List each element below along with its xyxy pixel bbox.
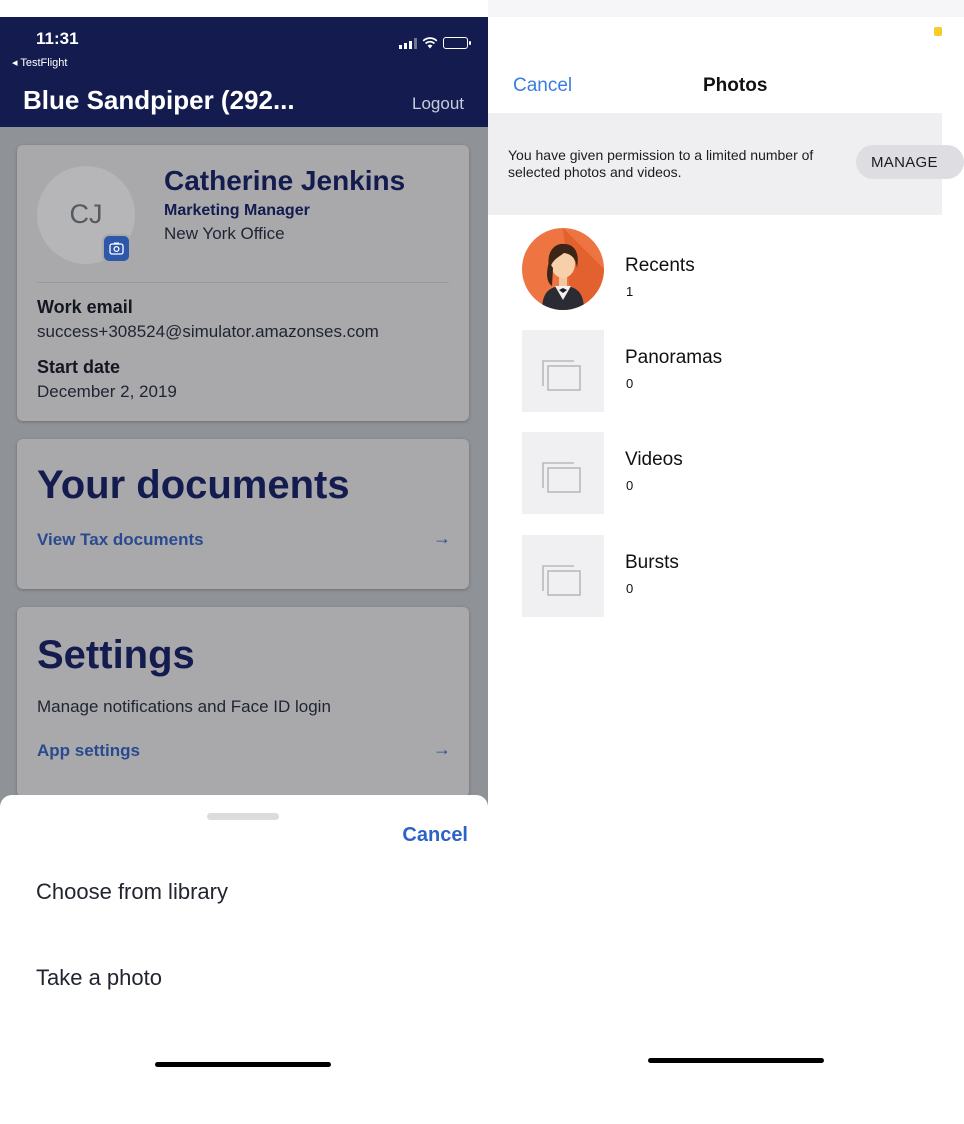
- app-header: Blue Sandpiper (292... Logout: [0, 75, 488, 127]
- manage-button-label: MANAGE: [871, 154, 938, 171]
- documents-card: Your documents View Tax documents →: [17, 439, 469, 589]
- album-name: Videos: [625, 449, 683, 470]
- videos-thumbnail: [522, 432, 604, 514]
- app-settings-link[interactable]: App settings: [37, 741, 140, 761]
- back-to-testflight-link[interactable]: ◂ TestFlight: [12, 56, 67, 69]
- photos-picker-screen: Cancel Photos You have given permission …: [488, 0, 964, 1124]
- take-photo-option[interactable]: Take a photo: [36, 965, 162, 991]
- album-count: 0: [626, 478, 634, 493]
- work-email-value: success+308524@simulator.amazonses.com: [37, 322, 379, 341]
- logout-button[interactable]: Logout: [412, 94, 464, 114]
- signal-icon: [399, 37, 417, 49]
- recents-thumbnail: [522, 228, 604, 310]
- bursts-thumbnail: [522, 535, 604, 617]
- settings-description: Manage notifications and Face ID login: [37, 697, 331, 716]
- photo-stack-icon: [542, 360, 581, 391]
- album-name: Bursts: [625, 552, 679, 573]
- choose-from-library-option[interactable]: Choose from library: [36, 879, 228, 905]
- profile-card: CJ Catherine Jenkins Marketing Manager N…: [17, 145, 469, 421]
- start-date-label: Start date: [37, 357, 121, 377]
- limited-access-banner: You have given permission to a limited n…: [488, 113, 964, 215]
- album-row-panoramas[interactable]: Panoramas 0: [488, 330, 942, 422]
- divider: [37, 282, 449, 283]
- wifi-icon: [422, 37, 438, 49]
- person-icon: [542, 228, 604, 310]
- status-time: 11:31: [36, 29, 79, 48]
- employee-role: Marketing Manager: [164, 202, 310, 219]
- profile-screen: 11:31 ◂ TestFlight Blue Sandpiper (292..…: [0, 17, 488, 1124]
- manage-button[interactable]: MANAGE: [856, 145, 964, 179]
- album-name: Recents: [625, 255, 695, 276]
- album-count: 0: [626, 581, 634, 596]
- panoramas-thumbnail: [522, 330, 604, 412]
- photo-action-sheet: Cancel Choose from library Take a photo: [0, 795, 488, 1124]
- arrow-right-icon[interactable]: →: [433, 739, 451, 760]
- arrow-right-icon[interactable]: →: [433, 528, 451, 549]
- battery-icon: [443, 37, 471, 49]
- avatar-initials: CJ: [69, 199, 103, 229]
- work-email-label: Work email: [37, 297, 133, 317]
- photos-cancel-button[interactable]: Cancel: [513, 75, 572, 97]
- employee-office: New York Office: [164, 224, 285, 243]
- status-icons: [399, 37, 471, 49]
- view-tax-documents-link[interactable]: View Tax documents: [37, 530, 204, 550]
- battery-indicator: [934, 27, 942, 36]
- employee-name: Catherine Jenkins: [164, 165, 406, 196]
- album-row-videos[interactable]: Videos 0: [488, 432, 942, 524]
- limited-access-message: You have given permission to a limited n…: [508, 147, 814, 180]
- photo-stack-icon: [542, 565, 581, 596]
- status-bar: 11:31 ◂ TestFlight: [0, 17, 488, 75]
- settings-card: Settings Manage notifications and Face I…: [17, 607, 469, 797]
- photo-stack-icon: [542, 462, 581, 493]
- status-bar: [488, 0, 964, 17]
- start-date-value: December 2, 2019: [37, 382, 177, 401]
- home-indicator[interactable]: [155, 1062, 331, 1067]
- documents-title: Your documents: [37, 463, 350, 507]
- sheet-drag-handle[interactable]: [207, 813, 279, 820]
- camera-icon[interactable]: [102, 234, 131, 263]
- photos-title: Photos: [703, 75, 768, 96]
- home-indicator[interactable]: [648, 1058, 824, 1063]
- settings-title: Settings: [37, 633, 195, 677]
- album-name: Panoramas: [625, 347, 723, 368]
- album-count: 1: [626, 284, 634, 299]
- album-count: 0: [626, 376, 634, 391]
- album-row-recents[interactable]: Recents 1: [488, 228, 942, 330]
- album-row-bursts[interactable]: Bursts 0: [488, 535, 942, 627]
- app-title: Blue Sandpiper (292...: [23, 85, 295, 115]
- sheet-cancel-button[interactable]: Cancel: [402, 824, 468, 847]
